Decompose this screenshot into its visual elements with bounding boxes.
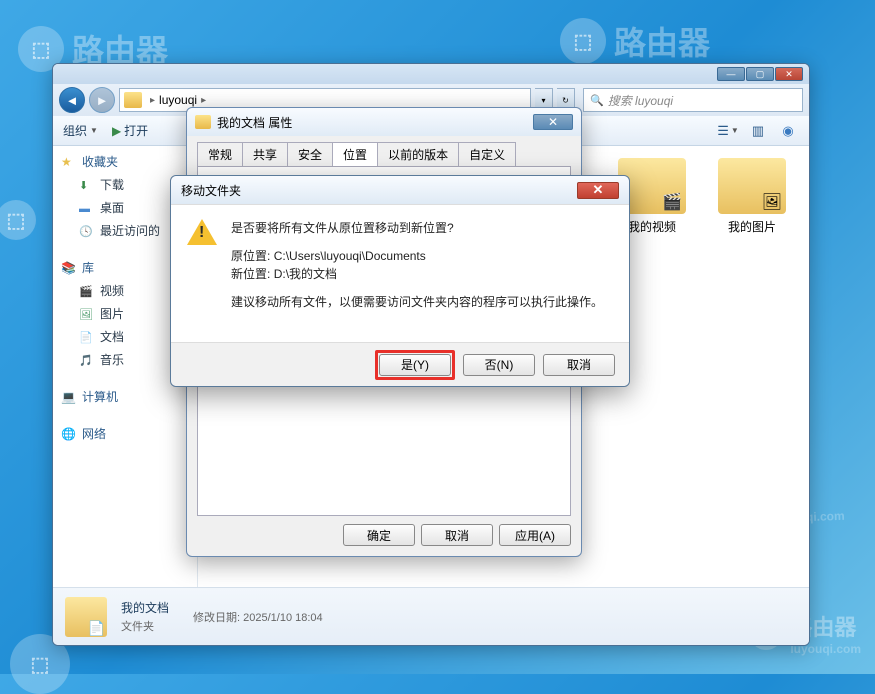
sidebar-computer[interactable]: 计算机: [53, 385, 197, 408]
move-message: 是否要将所有文件从原位置移动到新位置? 原位置: C:\Users\luyouq…: [231, 219, 603, 332]
folder-icon: [65, 597, 107, 637]
details-mod-label: 修改日期:: [193, 612, 240, 624]
close-button[interactable]: ✕: [577, 182, 619, 199]
sidebar-network[interactable]: 网络: [53, 422, 197, 445]
preview-pane-button[interactable]: ▥: [747, 120, 769, 142]
orig-label: 原位置:: [231, 249, 270, 263]
file-label: 我的图片: [713, 218, 791, 235]
library-icon: [61, 261, 77, 275]
chevron-right-icon: ▸: [201, 95, 206, 106]
tab-sharing[interactable]: 共享: [242, 142, 288, 166]
nav-forward-button[interactable]: ►: [89, 87, 115, 113]
view-options-button[interactable]: ☰▼: [717, 120, 739, 142]
move-folder-dialog: 移动文件夹 ✕ 是否要将所有文件从原位置移动到新位置? 原位置: C:\User…: [170, 175, 630, 387]
orig-path: C:\Users\luyouqi\Documents: [274, 249, 426, 263]
new-path: D:\我的文档: [274, 267, 337, 281]
network-icon: [61, 427, 77, 441]
yes-button[interactable]: 是(Y): [379, 354, 451, 376]
highlight-annotation: 是(Y): [375, 350, 455, 380]
star-icon: ★: [61, 155, 77, 169]
watermark-text: 路由器: [614, 18, 710, 64]
picture-icon: [79, 307, 95, 321]
details-pane: 我的文档 文件夹 修改日期: 2025/1/10 18:04: [53, 587, 809, 645]
ok-button[interactable]: 确定: [343, 524, 415, 546]
window-titlebar: — ▢ ✕: [53, 64, 809, 84]
folder-icon: [195, 115, 211, 129]
details-type: 文件夹: [121, 618, 169, 634]
tab-previous-versions[interactable]: 以前的版本: [377, 142, 459, 166]
folder-icon: [124, 92, 142, 108]
move-question: 是否要将所有文件从原位置移动到新位置?: [231, 219, 603, 238]
help-button[interactable]: ◉: [777, 120, 799, 142]
router-icon: [560, 18, 606, 64]
move-titlebar[interactable]: 移动文件夹 ✕: [171, 176, 629, 204]
tab-location[interactable]: 位置: [332, 142, 378, 166]
tab-custom[interactable]: 自定义: [458, 142, 516, 166]
warning-icon: [187, 219, 219, 249]
sidebar-favorites[interactable]: ★收藏夹: [53, 150, 197, 173]
nav-back-button[interactable]: ◄: [59, 87, 85, 113]
cancel-button[interactable]: 取消: [421, 524, 493, 546]
close-button[interactable]: ✕: [533, 114, 573, 130]
folder-icon: [718, 158, 786, 214]
details-name: 我的文档: [121, 599, 169, 616]
properties-title: 我的文档 属性: [217, 114, 292, 131]
music-icon: [79, 353, 95, 367]
chevron-right-icon: ▸: [150, 95, 155, 106]
properties-titlebar[interactable]: 我的文档 属性 ✕: [187, 108, 581, 136]
new-label: 新位置:: [231, 267, 270, 281]
document-icon: [79, 330, 95, 344]
search-input[interactable]: 搜索 luyouqi: [583, 88, 803, 112]
tab-security[interactable]: 安全: [287, 142, 333, 166]
apply-button[interactable]: 应用(A): [499, 524, 571, 546]
computer-icon: [61, 390, 77, 404]
maximize-button[interactable]: ▢: [746, 67, 774, 81]
details-mod-value: 2025/1/10 18:04: [243, 612, 323, 624]
open-menu[interactable]: ▶打开: [112, 122, 148, 139]
video-icon: [79, 284, 95, 298]
close-button[interactable]: ✕: [775, 67, 803, 81]
move-advice: 建议移动所有文件，以便需要访问文件夹内容的程序可以执行此操作。: [231, 293, 603, 312]
search-placeholder: 搜索 luyouqi: [608, 92, 673, 109]
download-icon: [79, 178, 95, 192]
cancel-button[interactable]: 取消: [543, 354, 615, 376]
recent-icon: [79, 224, 95, 238]
desktop-icon: [79, 201, 95, 215]
router-icon: [0, 200, 36, 240]
minimize-button[interactable]: —: [717, 67, 745, 81]
properties-tabs: 常规 共享 安全 位置 以前的版本 自定义: [187, 136, 581, 166]
no-button[interactable]: 否(N): [463, 354, 535, 376]
breadcrumb-folder[interactable]: luyouqi: [159, 93, 197, 107]
tab-general[interactable]: 常规: [197, 142, 243, 166]
move-title: 移动文件夹: [181, 182, 241, 199]
file-my-pictures[interactable]: 我的图片: [713, 158, 791, 235]
organize-menu[interactable]: 组织▼: [63, 122, 98, 139]
